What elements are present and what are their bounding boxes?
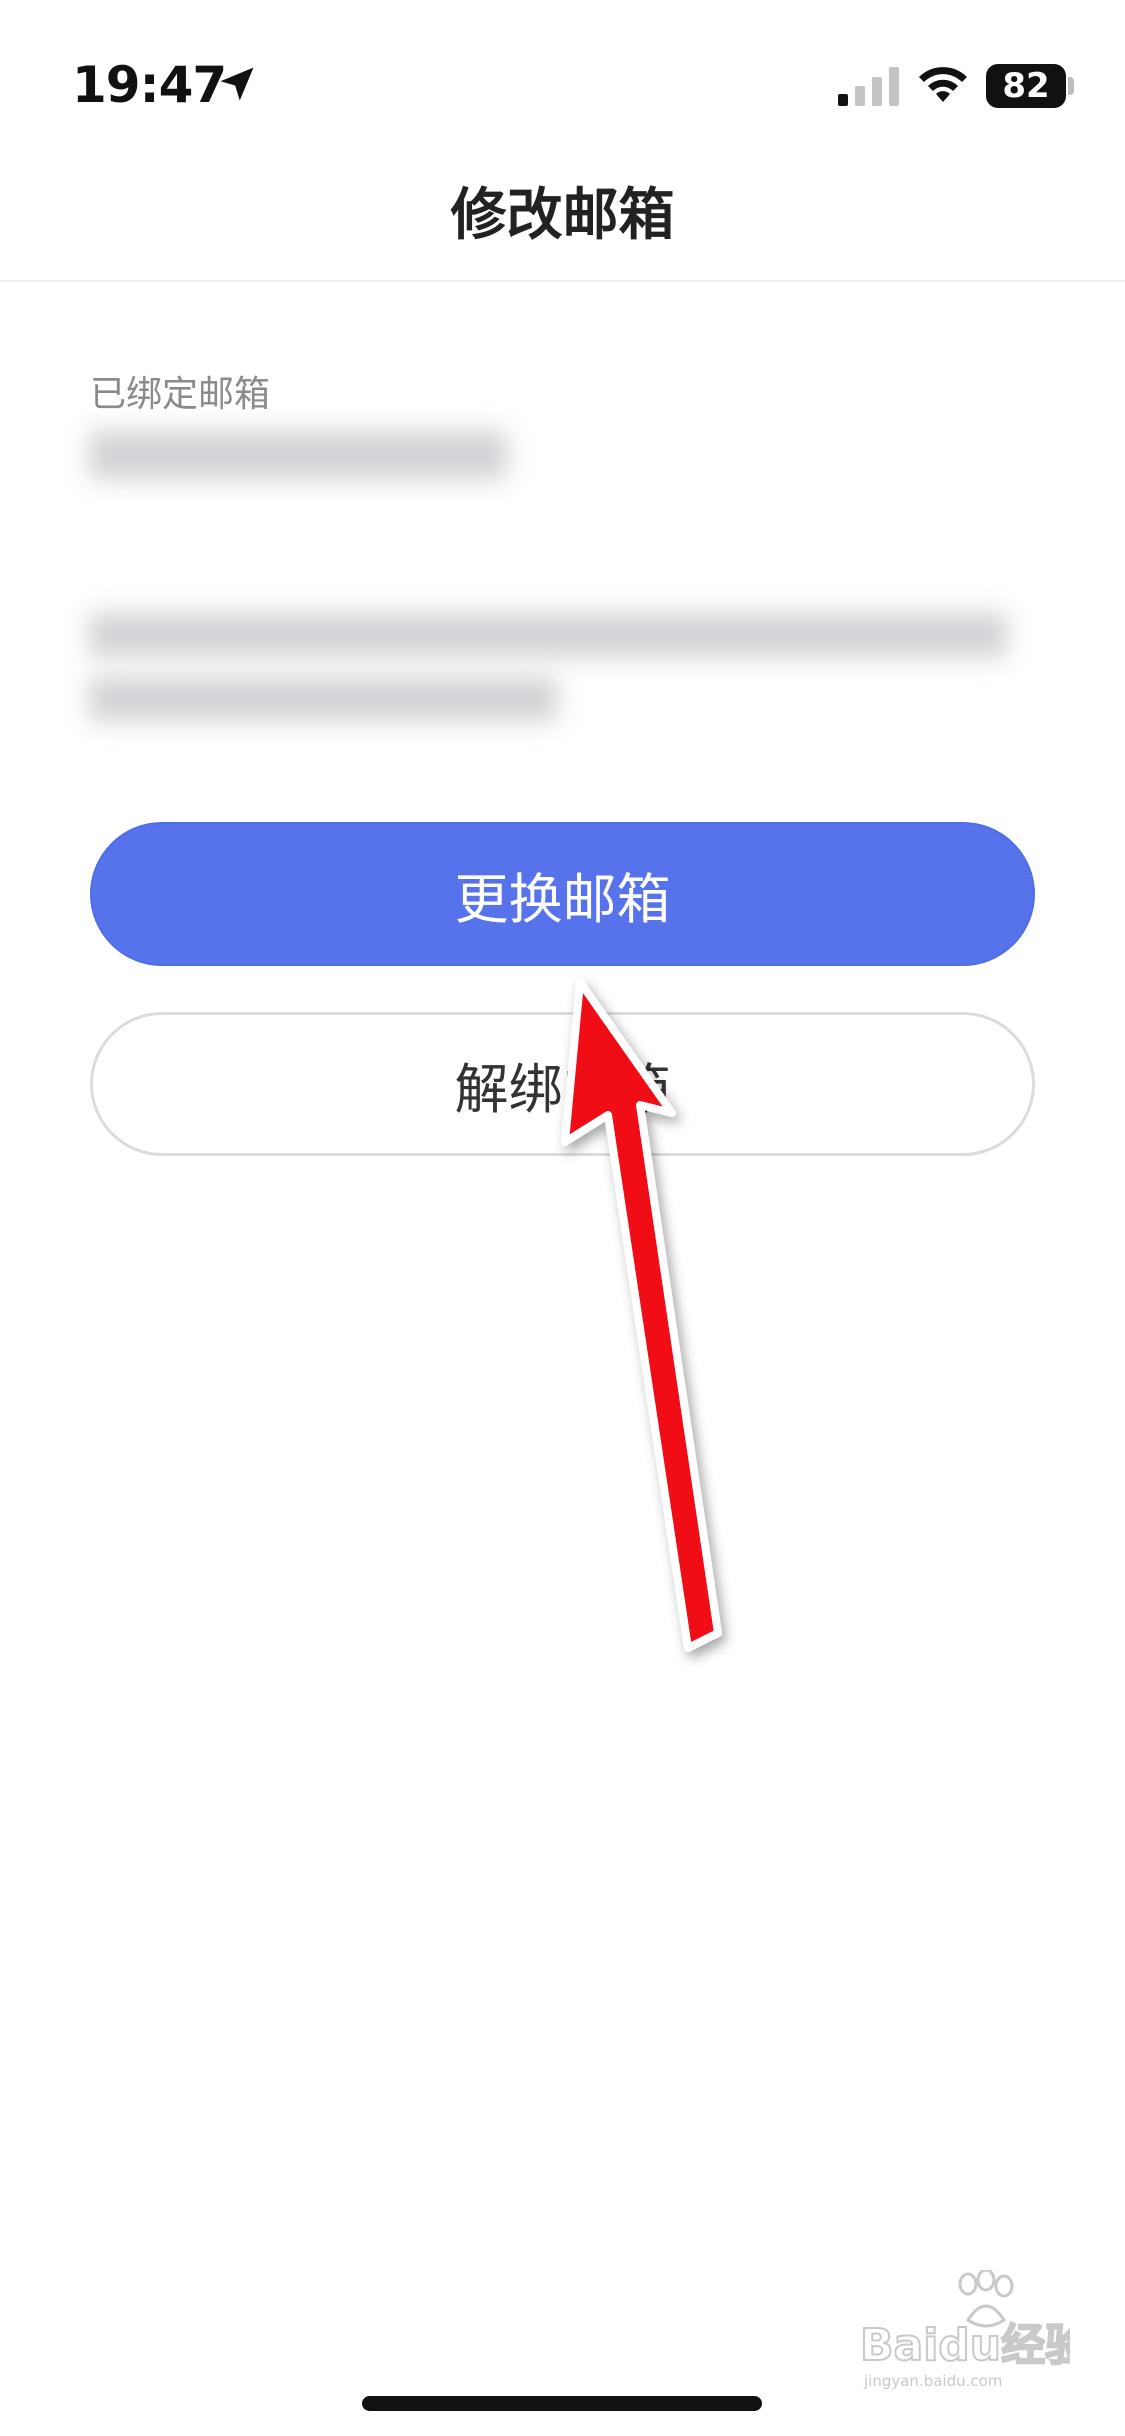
battery-cap <box>1068 77 1074 95</box>
description-text-redacted <box>88 612 1008 658</box>
location-arrow-icon <box>220 67 254 101</box>
unbind-email-button[interactable]: 解绑邮箱 <box>90 1012 1035 1156</box>
watermark-brand: Baidu经验 <box>860 2320 1070 2371</box>
cellular-signal-icon <box>838 67 899 106</box>
battery-indicator: 82 <box>986 64 1066 108</box>
watermark-url: jingyan.baidu.com <box>863 2372 1002 2390</box>
description-text-redacted-line2 <box>88 676 558 722</box>
status-time: 19:47 <box>72 56 227 114</box>
nav-divider <box>0 280 1125 282</box>
baidu-jingyan-watermark: Baidu经验 jingyan.baidu.com <box>860 2270 1070 2390</box>
bound-email-value-redacted <box>88 430 508 480</box>
status-bar: 19:47 82 <box>0 0 1125 140</box>
home-indicator[interactable] <box>362 2396 762 2411</box>
page-title: 修改邮箱 <box>450 183 675 248</box>
wifi-icon <box>919 67 967 102</box>
screen: 19:47 82 修改邮箱 已绑定邮箱 更换邮箱 解绑邮箱 Baidu经验 ji… <box>0 0 1125 2436</box>
change-email-button[interactable]: 更换邮箱 <box>90 822 1035 966</box>
bound-email-label: 已绑定邮箱 <box>90 374 271 415</box>
